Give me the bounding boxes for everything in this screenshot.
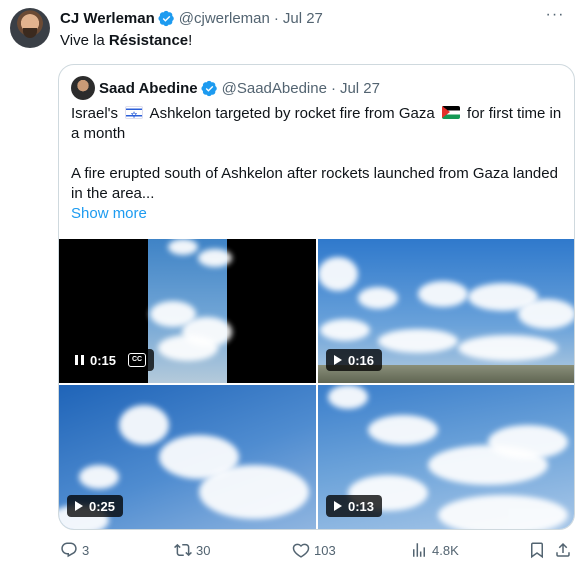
tweet-date[interactable]: Jul 27 — [283, 10, 323, 27]
video-duration: 0:13 — [348, 498, 375, 514]
like-button[interactable]: 103 — [292, 541, 336, 559]
video-duration-badge: 0:15 CC — [67, 349, 155, 371]
bookmark-button[interactable] — [528, 541, 546, 559]
tweet-header: CJ Werleman @cjwerleman · Jul 27 — [60, 8, 323, 28]
palestine-flag-icon — [441, 106, 460, 119]
video-duration: 0:16 — [348, 352, 375, 368]
like-count: 103 — [314, 542, 336, 558]
tweet-text-part: Vive la — [60, 32, 109, 49]
reply-icon — [61, 542, 77, 558]
tweet-text-part: ! — [188, 32, 193, 49]
share-button[interactable] — [554, 541, 572, 559]
author-handle[interactable]: @cjwerleman — [179, 10, 270, 27]
quote-text-paragraph: A fire erupted south of Ashkelon after r… — [71, 165, 558, 202]
verified-badge-icon — [158, 10, 174, 26]
tweet-text-bold: Résistance — [108, 32, 189, 49]
author-avatar[interactable] — [10, 8, 50, 48]
view-count: 4.8K — [432, 542, 459, 558]
play-icon — [334, 501, 342, 511]
video-duration: 0:25 — [89, 498, 116, 514]
quote-author-name: Saad Abedine — [99, 79, 198, 97]
video-duration: 0:15 — [90, 352, 117, 368]
bookmark-icon — [531, 542, 543, 559]
separator-dot: · — [330, 79, 336, 97]
quote-author-handle: @SaadAbedine — [221, 79, 327, 97]
quote-text-part: Ashkelon targeted by rocket fire from Ga… — [146, 105, 439, 122]
views-button[interactable]: 4.8K — [410, 541, 459, 559]
show-more-link[interactable]: Show more — [71, 205, 147, 222]
quote-text-part: Israel's — [71, 105, 123, 122]
heart-icon — [292, 543, 310, 558]
author-name[interactable]: CJ Werleman — [60, 10, 155, 27]
play-icon — [75, 501, 83, 511]
video-duration-badge: 0:16 — [326, 349, 383, 371]
video-duration-badge: 0:25 — [67, 495, 124, 517]
separator-dot: · — [273, 9, 279, 27]
video-1[interactable]: 0:15 CC — [59, 239, 316, 383]
pause-icon — [75, 355, 84, 365]
israel-flag-icon — [125, 105, 144, 125]
views-chart-icon — [413, 543, 425, 557]
quote-header: Saad Abedine @SaadAbedine · Jul 27 — [71, 76, 380, 100]
play-icon — [334, 355, 342, 365]
reply-button[interactable]: 3 — [60, 541, 89, 559]
more-options-icon[interactable]: ··· — [545, 7, 565, 28]
quoted-tweet[interactable]: Saad Abedine @SaadAbedine · Jul 27 Israe… — [58, 64, 575, 530]
video-4[interactable]: 0:13 — [318, 385, 574, 529]
repost-icon — [174, 543, 192, 557]
video-2[interactable]: 0:16 — [318, 239, 574, 383]
tweet-actions: 3 30 103 4.8K — [58, 541, 575, 561]
repost-count: 30 — [196, 542, 211, 558]
repost-button[interactable]: 30 — [174, 541, 210, 559]
share-icon — [556, 542, 570, 557]
quote-date: Jul 27 — [339, 79, 380, 97]
video-3[interactable]: 0:25 — [59, 385, 316, 529]
media-grid: 0:15 CC 0:16 0:25 0:13 — [59, 239, 574, 529]
reply-count: 3 — [82, 542, 90, 558]
tweet-text: Vive la Résistance! — [60, 31, 192, 51]
quote-text: Israel's Ashkelon targeted by rocket fir… — [71, 104, 566, 224]
video-duration-badge: 0:13 — [326, 495, 383, 517]
verified-badge-icon — [201, 80, 217, 96]
quote-author-avatar — [71, 76, 95, 100]
closed-captions-icon[interactable]: CC — [128, 353, 147, 367]
